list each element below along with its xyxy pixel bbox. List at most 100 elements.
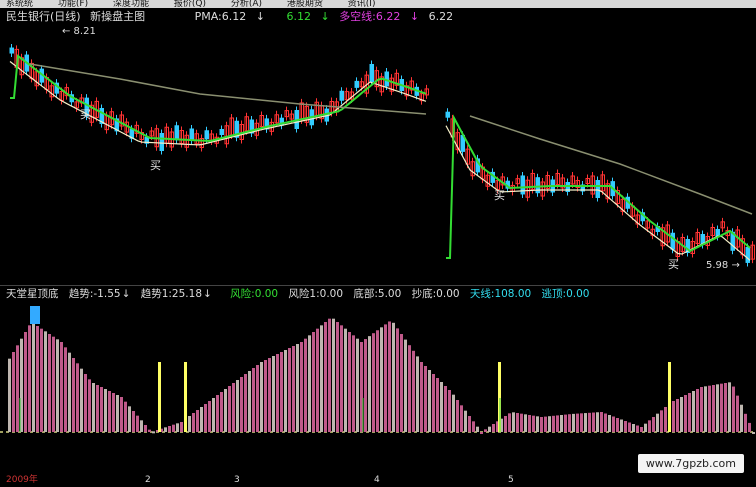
- template-name: 新操盘主图: [90, 10, 146, 23]
- indicator-bar: [676, 399, 679, 432]
- indicator-bar: [416, 356, 419, 432]
- down-arrow-icon: ↓: [203, 288, 212, 300]
- indicator-bar: [16, 345, 19, 432]
- indicator-bar: [564, 414, 567, 432]
- indicator-bar: [556, 415, 559, 432]
- indicator-bar: [108, 391, 111, 432]
- menu-item-hk-futures[interactable]: 港股期货: [281, 0, 323, 8]
- indicator-bar: [72, 358, 75, 432]
- indicator-bar: [528, 415, 531, 432]
- date-month-3: 3: [234, 475, 240, 485]
- indicator-bar: [124, 401, 127, 432]
- menu-item-function[interactable]: 功能(F): [52, 0, 88, 8]
- stock-title: 民生银行(日线): [6, 10, 81, 23]
- indicator-bar: [64, 347, 67, 432]
- indicator-bar: [112, 393, 115, 432]
- risk-value: 风险:0.00: [230, 288, 279, 300]
- pma-secondary: 6.12: [286, 10, 311, 23]
- indicator-bar: [392, 322, 395, 432]
- indicator-bar: [748, 422, 751, 432]
- indicator-bar: [664, 407, 667, 432]
- candle-body: [219, 129, 224, 135]
- indicator-bar: [448, 390, 451, 432]
- signal-yellow-bar: [158, 362, 161, 432]
- indicator-bar: [452, 394, 455, 432]
- indicator-bar: [460, 405, 463, 432]
- indicator-bar: [508, 413, 511, 432]
- indicator-name: 天堂星顶底: [6, 288, 59, 300]
- indicator-bar: [236, 380, 239, 432]
- menu-item-news[interactable]: 资讯(I): [342, 0, 376, 8]
- indicator-bar: [660, 410, 663, 432]
- indicator-bar: [608, 415, 611, 432]
- indicator-bar: [240, 377, 243, 432]
- indicator-bar: [192, 413, 195, 432]
- indicator-bar: [68, 352, 71, 432]
- indicator-bar: [388, 321, 391, 432]
- indicator-bar: [684, 395, 687, 432]
- indicator-bar: [408, 345, 411, 432]
- indicator-bar: [612, 416, 615, 432]
- indicator-bar: [224, 389, 227, 432]
- chart-header: 民生银行(日线) 新操盘主图 PMA:6.12 ↓ 6.12 ↓ 多空线:6.2…: [6, 10, 459, 24]
- menu-item-deep-function[interactable]: 深度功能: [107, 0, 149, 8]
- candle-body: [445, 111, 450, 118]
- indicator-bar: [36, 326, 39, 432]
- indicator-bar: [456, 400, 459, 432]
- buy-signal-label: 买: [80, 108, 91, 121]
- buy-signal-label: 买: [668, 258, 679, 271]
- indicator-bar: [648, 420, 651, 432]
- indicator-bar: [288, 348, 291, 432]
- indicator-bar: [324, 322, 327, 432]
- indicator-bar: [96, 385, 99, 432]
- indicator-bar: [504, 416, 507, 432]
- indicator-bar: [328, 318, 331, 432]
- indicator-bar: [444, 386, 447, 432]
- indicator-bar: [268, 358, 271, 432]
- indicator-bar: [532, 415, 535, 432]
- indicator-bar: [8, 358, 11, 432]
- menu-item-analysis[interactable]: 分析(A): [225, 0, 262, 8]
- indicator-bar: [128, 406, 131, 432]
- indicator-bar: [352, 335, 355, 432]
- indicator-bar: [492, 424, 495, 432]
- indicator-bar: [216, 395, 219, 432]
- indicator-bar: [344, 328, 347, 432]
- high-price-label: ← 8.21: [62, 26, 96, 37]
- date-axis: 2009年 2 3 4 5: [0, 474, 756, 487]
- candle-body: [159, 133, 164, 151]
- indicator-bar: [688, 393, 691, 432]
- indicator-bar: [120, 397, 123, 432]
- indicator-bar: [544, 416, 547, 432]
- down-arrow-icon: ↓: [409, 10, 420, 23]
- indicator-bar: [420, 362, 423, 432]
- indicator-bar: [672, 401, 675, 432]
- candle-body: [204, 130, 209, 140]
- indicator-header: 天堂星顶底 趋势:-1.55↓ 趋势1:25.18↓ 风险:0.00 风险1:0…: [6, 287, 596, 301]
- indicator-bar: [464, 410, 467, 432]
- indicator-bar: [320, 325, 323, 432]
- menu-item-system[interactable]: 系统统: [0, 0, 33, 8]
- price-chart[interactable]: ← 8.215.98 →买买买买: [0, 24, 756, 286]
- chaodi-value: 抄底:0.00: [411, 288, 460, 300]
- indicator-chart[interactable]: [0, 302, 756, 472]
- indicator-bar: [480, 432, 483, 434]
- indicator-bar: [636, 425, 639, 432]
- menu-item-quote[interactable]: 报价(Q): [168, 0, 206, 8]
- duokong-line: 多空线:6.22: [339, 10, 401, 23]
- indicator-bar: [584, 413, 587, 432]
- indicator-bar: [428, 370, 431, 432]
- indicator-bar: [412, 350, 415, 432]
- indicator-bar: [300, 342, 303, 432]
- candle-body: [189, 128, 194, 141]
- indicator-bar: [656, 413, 659, 432]
- indicator-bar: [296, 344, 299, 432]
- buy-signal-label: 买: [494, 189, 505, 202]
- indicator-bar: [624, 421, 627, 432]
- indicator-bar: [248, 371, 251, 432]
- watermark: www.7gpzb.com: [637, 454, 744, 473]
- indicator-bar: [520, 413, 523, 432]
- indicator-bar: [232, 383, 235, 432]
- pma-value: PMA:6.12: [194, 10, 247, 23]
- indicator-bar: [592, 412, 595, 432]
